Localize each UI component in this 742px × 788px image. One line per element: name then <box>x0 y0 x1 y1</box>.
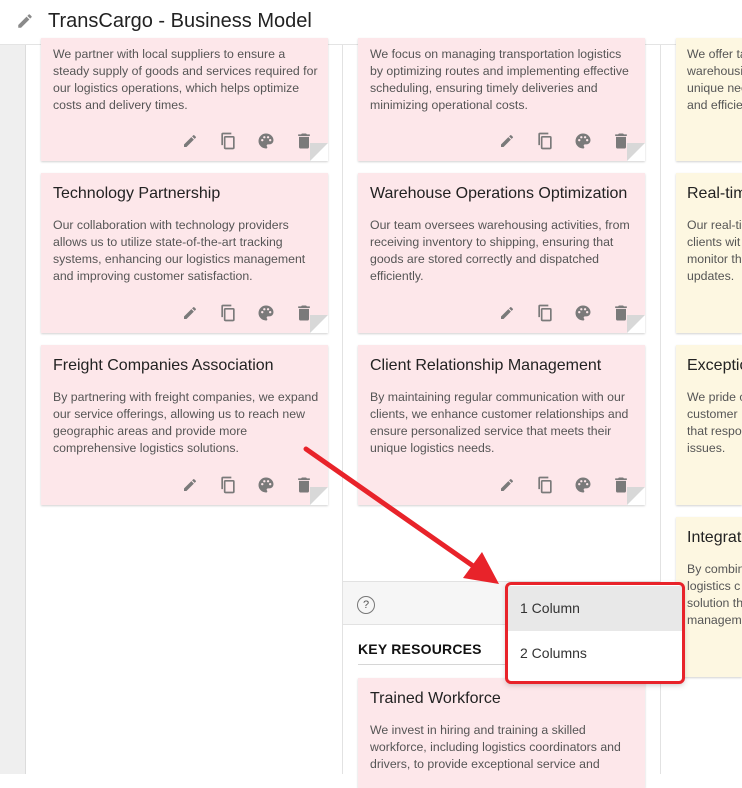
card-title: Freight Companies Association <box>53 357 274 374</box>
board-title[interactable]: TransCargo - Business Model <box>48 10 312 33</box>
card[interactable]: Warehouse Operations Optimization Our te… <box>358 173 645 333</box>
copy-icon[interactable] <box>218 475 238 495</box>
card-title: Trained Workforce <box>370 690 501 707</box>
card-title: Integrate <box>687 529 742 546</box>
pencil-icon[interactable] <box>497 303 517 323</box>
palette-icon[interactable] <box>256 131 276 151</box>
card-actions <box>180 475 314 495</box>
palette-icon[interactable] <box>573 131 593 151</box>
annotation-highlight-box <box>505 582 685 684</box>
card-body: Our real-tir clients wit monitor th upda… <box>687 218 742 283</box>
card-actions <box>497 303 631 323</box>
card-fold <box>310 487 328 505</box>
card-actions <box>497 131 631 151</box>
card-actions <box>180 303 314 323</box>
pencil-icon[interactable] <box>180 475 200 495</box>
copy-icon[interactable] <box>218 131 238 151</box>
pencil-icon[interactable] <box>497 475 517 495</box>
palette-icon[interactable] <box>573 475 593 495</box>
help-icon[interactable]: ? <box>357 596 375 614</box>
card[interactable]: We offer ta warehousi unique nee and eff… <box>676 38 742 161</box>
pencil-icon[interactable] <box>180 303 200 323</box>
copy-icon[interactable] <box>218 303 238 323</box>
pencil-icon[interactable] <box>16 12 34 30</box>
card-title: Warehouse Operations Optimization <box>370 185 628 202</box>
card[interactable]: Technology Partnership Our collaboration… <box>41 173 328 333</box>
card-title: Exceptio <box>687 357 742 374</box>
card-body: By combin logistics c solution th manage… <box>687 562 742 627</box>
card-title: Client Relationship Management <box>370 357 602 374</box>
palette-icon[interactable] <box>573 303 593 323</box>
card[interactable]: Real-tim Our real-tir clients wit monito… <box>676 173 742 333</box>
card[interactable]: Client Relationship Management By mainta… <box>358 345 645 505</box>
column-divider <box>342 45 343 774</box>
card-actions <box>180 131 314 151</box>
card-fold <box>627 315 645 333</box>
card[interactable]: We partner with local suppliers to ensur… <box>41 38 328 161</box>
card-fold <box>627 487 645 505</box>
copy-icon[interactable] <box>535 303 555 323</box>
card-body: By partnering with freight companies, we… <box>53 390 319 455</box>
card-body: Our collaboration with technology provid… <box>53 218 306 283</box>
section-title: KEY RESOURCES <box>358 641 482 657</box>
copy-icon[interactable] <box>535 131 555 151</box>
card-body: We partner with local suppliers to ensur… <box>53 47 318 112</box>
card-actions <box>497 475 631 495</box>
card-fold <box>310 143 328 161</box>
palette-icon[interactable] <box>256 475 276 495</box>
palette-icon[interactable] <box>256 303 276 323</box>
card-body: We invest in hiring and training a skill… <box>370 723 621 771</box>
pencil-icon[interactable] <box>180 131 200 151</box>
card[interactable]: We focus on managing transportation logi… <box>358 38 645 161</box>
card-title: Technology Partnership <box>53 185 221 202</box>
card[interactable]: Trained Workforce We invest in hiring an… <box>358 678 645 788</box>
card[interactable]: Exceptio We pride o customer that respo … <box>676 345 742 505</box>
card[interactable]: Integrate By combin logistics c solution… <box>676 517 742 677</box>
card-body: We focus on managing transportation logi… <box>370 47 629 112</box>
card-body: Our team oversees warehousing activities… <box>370 218 630 283</box>
card-fold <box>310 315 328 333</box>
card-body: We pride o customer that respo issues. <box>687 390 742 455</box>
card-body: By maintaining regular communication wit… <box>370 390 629 455</box>
card-title: Real-tim <box>687 185 742 202</box>
card-fold <box>627 143 645 161</box>
copy-icon[interactable] <box>535 475 555 495</box>
pencil-icon[interactable] <box>497 131 517 151</box>
left-sidebar-strip <box>0 45 26 774</box>
card-body: We offer ta warehousi unique nee and eff… <box>687 47 742 112</box>
card[interactable]: Freight Companies Association By partner… <box>41 345 328 505</box>
